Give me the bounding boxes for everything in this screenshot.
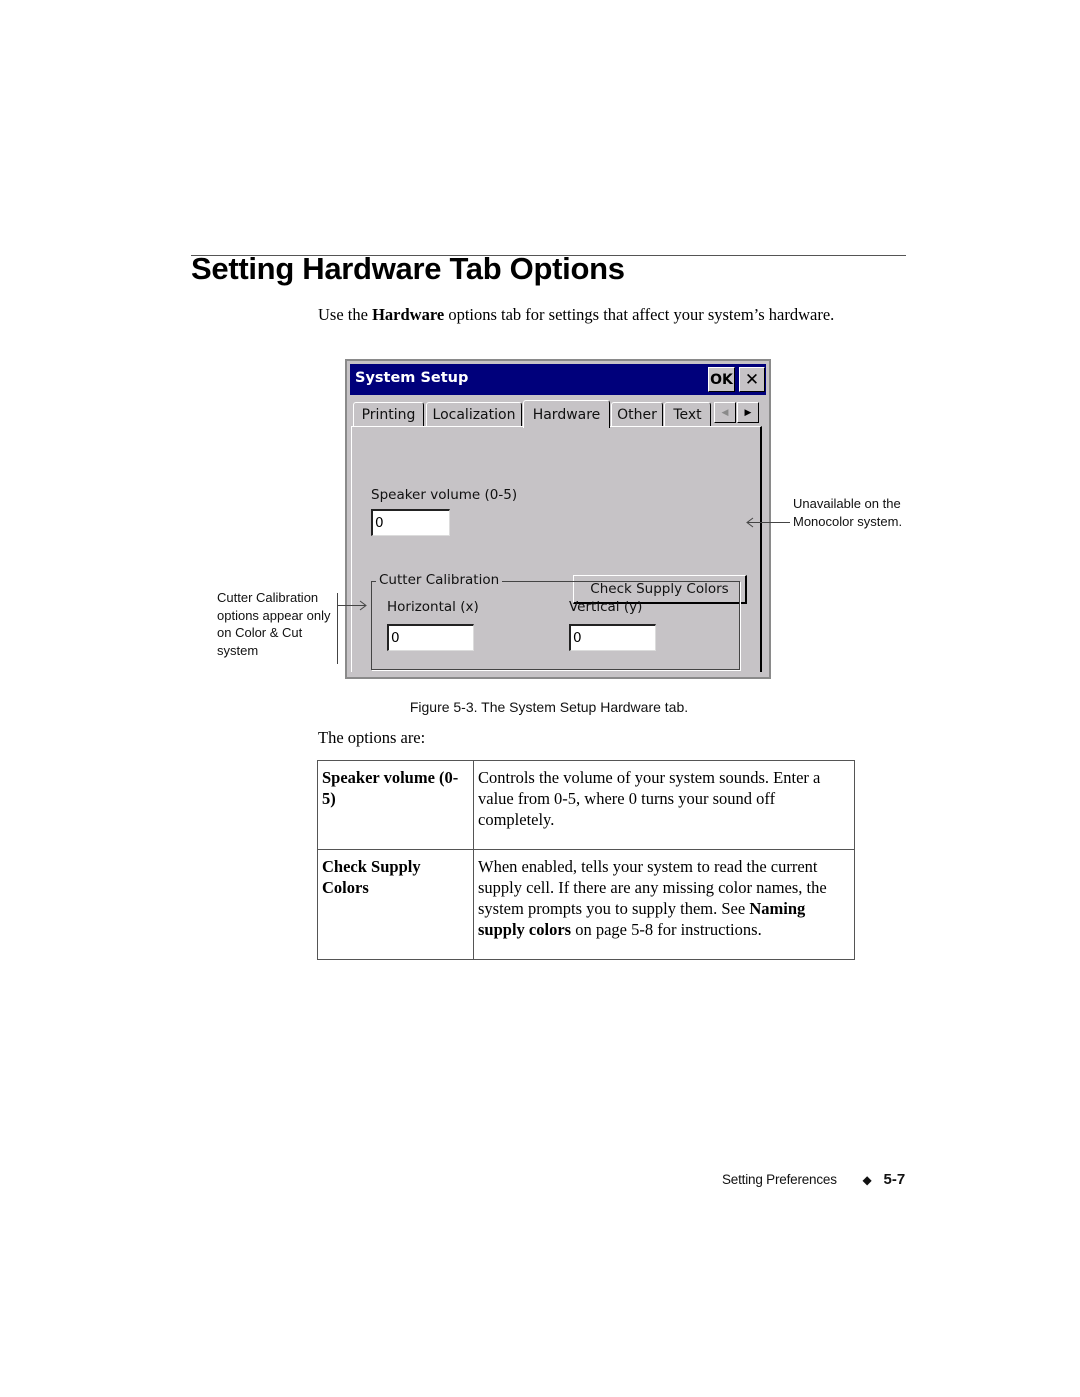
window-title: System Setup (355, 370, 469, 386)
horizontal-label: Horizontal (x) (387, 599, 479, 615)
tab-hardware[interactable]: Hardware (523, 400, 610, 428)
options-intro: The options are: (318, 728, 426, 747)
footer-section: Setting Preferences (722, 1172, 837, 1187)
option-term: Speaker volume (0-5) (317, 760, 474, 850)
vertical-label: Vertical (y) (569, 599, 643, 615)
ok-button[interactable]: OK (708, 367, 735, 392)
arrow-right-icon (359, 600, 367, 611)
arrow-left-icon (746, 517, 754, 528)
option-description: When enabled, tells your system to read … (473, 849, 855, 960)
page-title: Setting Hardware Tab Options (191, 251, 625, 286)
callout-monocolor: Unavailable on the Monocolor system. (793, 496, 903, 529)
options-table: Speaker volume (0-5) Controls the volume… (317, 760, 855, 960)
callout-arrow-right (748, 522, 790, 523)
page-number: 5-7 (883, 1171, 906, 1188)
horizontal-input[interactable] (387, 624, 474, 651)
hardware-tab-panel: Speaker volume (0-5) Check Supply Colors… (351, 426, 762, 672)
option-description-text-end: on page 5-8 for instructions. (571, 920, 762, 939)
intro-paragraph: Use the Hardware options tab for setting… (318, 304, 898, 326)
window-titlebar: System Setup OK ✕ (350, 364, 766, 395)
intro-text: Use the (318, 305, 373, 324)
tab-scroll-left-icon[interactable]: ◀ (714, 402, 736, 423)
table-row: Speaker volume (0-5) Controls the volume… (317, 760, 855, 850)
callout-cutter-calibration: Cutter Calibration options appear only o… (217, 590, 331, 658)
speaker-volume-label: Speaker volume (0-5) (371, 487, 518, 503)
figure-caption: Figure 5-3. The System Setup Hardware ta… (409, 699, 689, 715)
intro-text-end: options tab for settings that affect you… (444, 305, 835, 324)
callout-bracket (337, 593, 338, 664)
page-footer: Setting Preferences ◆ 5-7 (722, 1171, 905, 1188)
vertical-input[interactable] (569, 624, 656, 651)
tab-scroll-right-icon[interactable]: ▶ (737, 402, 759, 423)
intro-bold-term: Hardware (372, 305, 445, 324)
close-icon[interactable]: ✕ (739, 367, 765, 392)
option-description-text: Controls the volume of your system sound… (478, 768, 821, 829)
speaker-volume-input[interactable] (371, 509, 450, 536)
tab-printing[interactable]: Printing (353, 402, 424, 426)
tab-other[interactable]: Other (611, 402, 663, 426)
tab-text[interactable]: Text (664, 402, 711, 426)
option-description: Controls the volume of your system sound… (473, 760, 855, 850)
option-term: Check Supply Colors (317, 849, 474, 960)
system-setup-window: System Setup OK ✕ Printing Localization … (345, 359, 771, 679)
cutter-calibration-legend: Cutter Calibration (376, 572, 503, 588)
tab-localization[interactable]: Localization (426, 402, 522, 426)
table-row: Check Supply Colors When enabled, tells … (317, 849, 855, 960)
diamond-icon: ◆ (862, 1173, 872, 1187)
cutter-calibration-group: Cutter Calibration Horizontal (x) Vertic… (371, 572, 740, 670)
